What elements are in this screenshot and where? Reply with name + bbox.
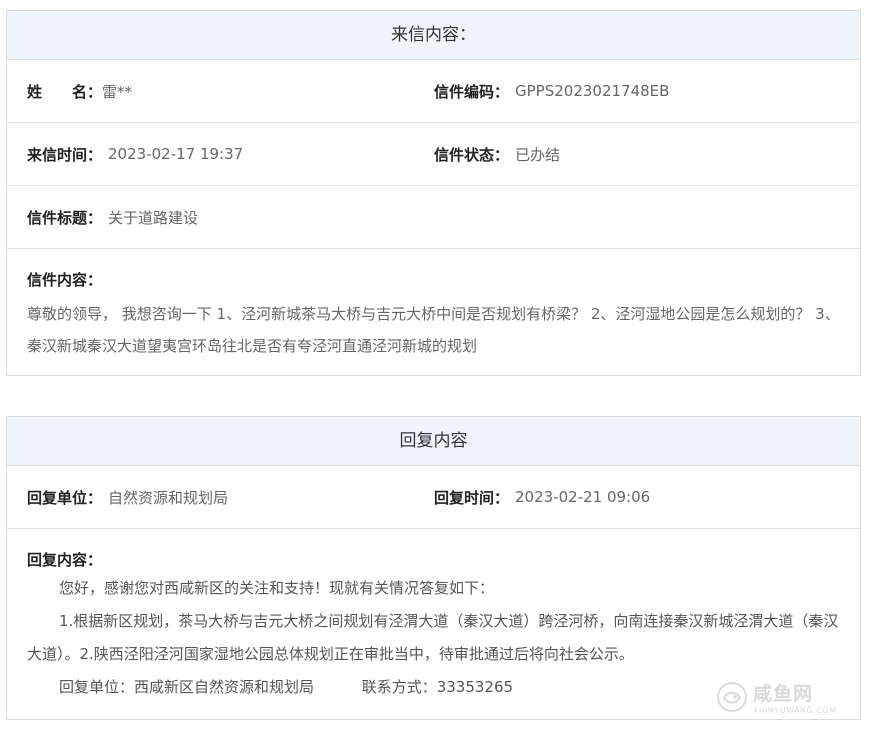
reply-unit-label: 回复单位： xyxy=(27,488,103,507)
letter-code-label: 信件编码： xyxy=(434,82,510,101)
letter-time-field: 来信时间： 2023-02-17 19:37 xyxy=(27,123,243,185)
letter-subject-value: 关于道路建设 xyxy=(108,208,199,227)
sender-name-field: 姓 名： 雷** xyxy=(27,60,132,122)
reply-content-label: 回复内容： xyxy=(27,551,103,569)
letter-panel: 来信内容： 姓 名： 雷** 信件编码： GPPS2023021748EB 来信… xyxy=(6,10,861,376)
reply-unit-value: 自然资源和规划局 xyxy=(108,488,229,507)
letter-time-value: 2023-02-17 19:37 xyxy=(108,145,244,163)
reply-time-value: 2023-02-21 09:06 xyxy=(515,488,651,506)
site-watermark: 咸鱼网 XIANYUWANG.COM xyxy=(715,672,847,722)
letter-row-subject: 信件标题： 关于道路建设 xyxy=(7,186,860,249)
sender-name-value: 雷** xyxy=(102,82,133,101)
letter-row-time-status: 来信时间： 2023-02-17 19:37 信件状态： 已办结 xyxy=(7,123,860,186)
letter-code-value: GPPS2023021748EB xyxy=(515,82,670,100)
reply-row-unit-time: 回复单位： 自然资源和规划局 回复时间： 2023-02-21 09:06 xyxy=(7,466,860,529)
letter-row-content: 信件内容： 尊敬的领导， 我想咨询一下 1、泾河新城茶马大桥与吉元大桥中间是否规… xyxy=(7,249,860,374)
watermark-text: 咸鱼网 XIANYUWANG.COM xyxy=(753,679,837,715)
letter-row-name-code: 姓 名： 雷** 信件编码： GPPS2023021748EB xyxy=(7,60,860,123)
reply-paragraph-body: 1.根据新区规划，茶马大桥与吉元大桥之间规划有泾渭大道（秦汉大道）跨泾河桥，向南… xyxy=(27,612,839,663)
reply-unit-field: 回复单位： 自然资源和规划局 xyxy=(27,466,228,528)
letter-subject-field: 信件标题： 关于道路建设 xyxy=(27,186,198,248)
watermark-main-text: 咸鱼网 xyxy=(753,683,814,705)
letter-content-block: 信件内容： 尊敬的领导， 我想咨询一下 1、泾河新城茶马大桥与吉元大桥中间是否规… xyxy=(7,249,860,374)
letter-subject-label: 信件标题： xyxy=(27,208,103,227)
letter-content-text: 尊敬的领导， 我想咨询一下 1、泾河新城茶马大桥与吉元大桥中间是否规划有桥梁？ … xyxy=(27,305,840,355)
reply-time-field: 回复时间： 2023-02-21 09:06 xyxy=(434,466,650,528)
letter-status-label: 信件状态： xyxy=(434,145,510,164)
reply-panel-title: 回复内容 xyxy=(7,417,860,466)
letter-status-field: 信件状态： 已办结 xyxy=(434,123,560,185)
letter-panel-title: 来信内容： xyxy=(7,11,860,60)
letter-content-label: 信件内容： xyxy=(27,271,103,289)
watermark-sub-text: XIANYUWANG.COM xyxy=(753,706,837,715)
letter-time-label: 来信时间： xyxy=(27,145,103,164)
reply-time-label: 回复时间： xyxy=(434,488,510,507)
reply-paragraph-greeting: 您好，感谢您对西咸新区的关注和支持！现就有关情况答复如下： xyxy=(59,579,495,597)
letter-code-field: 信件编码： GPPS2023021748EB xyxy=(434,60,669,122)
fish-logo-icon xyxy=(717,682,747,712)
reply-signature-contact: 联系方式：33353265 xyxy=(361,678,514,696)
letter-status-value: 已办结 xyxy=(515,145,561,164)
reply-signature-unit: 回复单位：西咸新区自然资源和规划局 xyxy=(59,678,315,696)
sender-name-label: 姓 名： xyxy=(27,82,103,101)
